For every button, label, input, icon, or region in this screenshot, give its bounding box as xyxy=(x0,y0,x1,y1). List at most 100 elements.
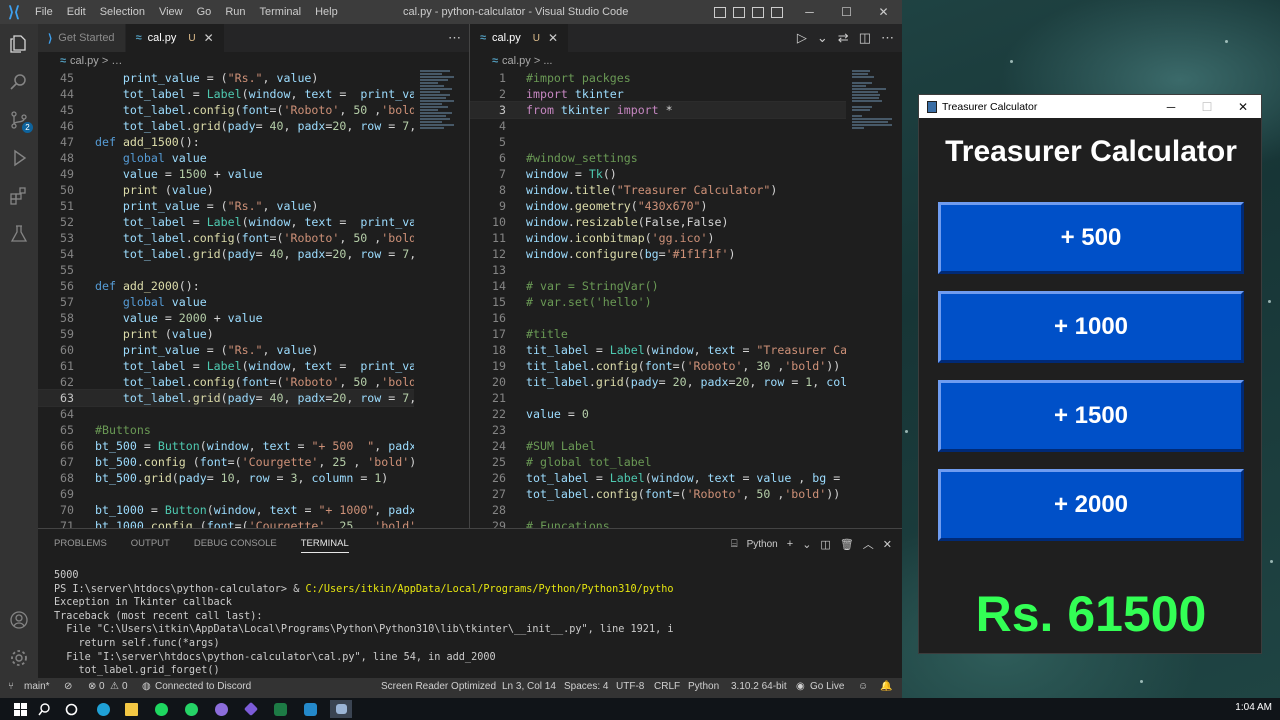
notifications-bell-icon[interactable]: 🔔 xyxy=(880,681,892,692)
breadcrumb-right[interactable]: ≈ cal.py > ... xyxy=(470,52,902,70)
feedback-icon[interactable]: ☺ xyxy=(858,681,868,692)
error-count[interactable]: 0 xyxy=(99,681,105,692)
excel-icon[interactable] xyxy=(270,700,290,718)
code-line[interactable]: 47 def add_1500(): xyxy=(38,134,414,150)
split-editor-icon[interactable]: ◫ xyxy=(859,30,871,46)
close-tab-icon[interactable]: ✕ xyxy=(548,31,558,45)
code-line[interactable]: 18 tit_label = Label(window, text = "Trea… xyxy=(470,342,846,358)
whatsapp-icon[interactable] xyxy=(181,700,201,718)
minimap-left[interactable] xyxy=(420,70,464,230)
code-line[interactable]: 19 tit_label.config(font=('Roboto', 30 ,'… xyxy=(470,358,846,374)
new-terminal-icon[interactable]: + xyxy=(787,538,793,550)
vscode-logo-icon[interactable]: ⟩⟨ xyxy=(0,3,28,21)
code-line[interactable]: 6 #window_settings xyxy=(470,150,846,166)
code-line[interactable]: 57 global value xyxy=(38,294,414,310)
encoding[interactable]: UTF-8 xyxy=(616,681,644,692)
code-editor-left[interactable]: 45 print_value = ("Rs.", value) 44 tot_la… xyxy=(38,70,414,528)
code-line[interactable]: 55 xyxy=(38,262,414,278)
code-line[interactable]: 56 def add_2000(): xyxy=(38,278,414,294)
code-line[interactable]: 24 #SUM Label xyxy=(470,438,846,454)
tab-cal-py-right[interactable]: ≈ cal.py U ✕ xyxy=(470,24,570,52)
code-line[interactable]: 13 xyxy=(470,262,846,278)
language-mode[interactable]: Python xyxy=(688,681,719,692)
code-line[interactable]: 9 window.geometry("430x670") xyxy=(470,198,846,214)
code-line[interactable]: 53 tot_label.config(font=('Roboto', 50 ,… xyxy=(38,230,414,246)
tab-debug-console[interactable]: DEBUG CONSOLE xyxy=(194,538,277,553)
code-line[interactable]: 16 xyxy=(470,310,846,326)
breadcrumb[interactable]: ≈ cal.py > … xyxy=(38,52,469,70)
github-desktop-icon[interactable] xyxy=(211,700,231,718)
code-line[interactable]: 69 xyxy=(38,486,414,502)
menu-terminal[interactable]: Terminal xyxy=(253,6,309,18)
toggle-secondary-sidebar-icon[interactable] xyxy=(752,6,764,18)
accounts-icon[interactable] xyxy=(0,602,38,638)
tab-get-started[interactable]: ⟩ Get Started xyxy=(38,24,126,52)
code-line[interactable]: 3 from tkinter import * xyxy=(470,101,846,119)
terminal-profile-label[interactable]: Python xyxy=(747,539,778,550)
sync-icon[interactable]: ⊘ xyxy=(64,681,72,692)
code-line[interactable]: 65 #Buttons xyxy=(38,422,414,438)
discord-status[interactable]: Connected to Discord xyxy=(155,681,251,692)
code-line[interactable]: 68 bt_500.grid(pady= 10, row = 3, column … xyxy=(38,470,414,486)
close-panel-icon[interactable]: ✕ xyxy=(883,538,892,551)
menu-go[interactable]: Go xyxy=(190,6,219,18)
code-line[interactable]: 5 xyxy=(470,134,846,150)
add-1500-button[interactable]: + 1500 xyxy=(938,380,1244,452)
close-button[interactable]: ✕ xyxy=(865,0,902,24)
code-line[interactable]: 26 tot_label = Label(window, text = value… xyxy=(470,470,846,486)
edge-icon[interactable] xyxy=(93,700,113,718)
chevron-down-icon[interactable]: ⌄ xyxy=(817,30,828,46)
task-view-icon[interactable] xyxy=(61,700,81,718)
code-line[interactable]: 58 value = 2000 + value xyxy=(38,310,414,326)
warning-count[interactable]: 0 xyxy=(122,681,128,692)
code-line[interactable]: 17 #title xyxy=(470,326,846,342)
code-line[interactable]: 71 bt_1000.config (font=('Courgette', 25 … xyxy=(38,518,414,528)
source-control-icon[interactable]: 2 xyxy=(0,102,38,138)
code-line[interactable]: 1 #import packges xyxy=(470,70,846,86)
menu-selection[interactable]: Selection xyxy=(93,6,152,18)
code-line[interactable]: 2 import tkinter xyxy=(470,86,846,102)
end-of-line[interactable]: CRLF xyxy=(654,681,680,692)
maximize-button[interactable]: ☐ xyxy=(828,0,865,24)
windows-start-icon[interactable] xyxy=(10,700,30,718)
code-line[interactable]: 46 tot_label.grid(pady= 40, padx=20, row… xyxy=(38,118,414,134)
minimize-button[interactable]: ─ xyxy=(791,0,828,24)
kill-terminal-icon[interactable]: 🗑 xyxy=(840,538,854,551)
clock[interactable]: 1:04 AM xyxy=(1235,702,1272,713)
more-actions-icon[interactable]: ⋯ xyxy=(448,30,461,46)
tk-close-button[interactable]: ✕ xyxy=(1225,95,1261,118)
code-editor-right[interactable]: 1 #import packges 2 import tkinter 3 from tki… xyxy=(470,70,846,528)
toggle-panel-icon[interactable] xyxy=(733,6,745,18)
tkinter-app-taskbar-icon[interactable] xyxy=(330,700,352,718)
code-line[interactable]: 66 bt_500 = Button(window, text = "+ 500 … xyxy=(38,438,414,454)
add-1000-button[interactable]: + 1000 xyxy=(938,291,1244,363)
split-terminal-icon[interactable]: ◫ xyxy=(820,538,830,551)
code-line[interactable]: 20 tit_label.grid(pady= 20, padx=20, row … xyxy=(470,374,846,390)
code-line[interactable]: 28 xyxy=(470,502,846,518)
python-interpreter[interactable]: 3.10.2 64-bit xyxy=(731,681,787,692)
cursor-position[interactable]: Ln 3, Col 14 xyxy=(502,681,556,692)
add-2000-button[interactable]: + 2000 xyxy=(938,469,1244,541)
file-explorer-icon[interactable] xyxy=(121,700,141,718)
indentation[interactable]: Spaces: 4 xyxy=(564,681,608,692)
code-line[interactable]: 29 # Funcations xyxy=(470,518,846,528)
code-line[interactable]: 44 tot_label = Label(window, text = prin… xyxy=(38,86,414,102)
code-line[interactable]: 10 window.resizable(False,False) xyxy=(470,214,846,230)
code-line[interactable]: 67 bt_500.config (font=('Courgette', 25 ,… xyxy=(38,454,414,470)
code-line[interactable]: 48 global value xyxy=(38,150,414,166)
menu-file[interactable]: File xyxy=(28,6,60,18)
add-500-button[interactable]: + 500 xyxy=(938,202,1244,274)
minimap-right[interactable] xyxy=(852,70,896,230)
code-line[interactable]: 15 # var.set('hello') xyxy=(470,294,846,310)
code-line[interactable]: 51 print_value = ("Rs.", value) xyxy=(38,198,414,214)
tab-cal-py-left[interactable]: ≈ cal.py U ✕ xyxy=(125,24,225,52)
testing-flask-icon[interactable] xyxy=(0,216,38,252)
open-changes-icon[interactable]: ⇄ xyxy=(838,30,849,46)
code-line[interactable]: 61 tot_label = Label(window, text = prin… xyxy=(38,358,414,374)
code-line[interactable]: 63 tot_label.grid(pady= 40, padx=20, row… xyxy=(38,389,414,407)
code-line[interactable]: 4 xyxy=(470,118,846,134)
run-debug-icon[interactable] xyxy=(0,140,38,176)
tab-problems[interactable]: PROBLEMS xyxy=(54,538,107,553)
screen-reader-status[interactable]: Screen Reader Optimized xyxy=(381,681,496,692)
code-line[interactable]: 52 tot_label = Label(window, text = prin… xyxy=(38,214,414,230)
